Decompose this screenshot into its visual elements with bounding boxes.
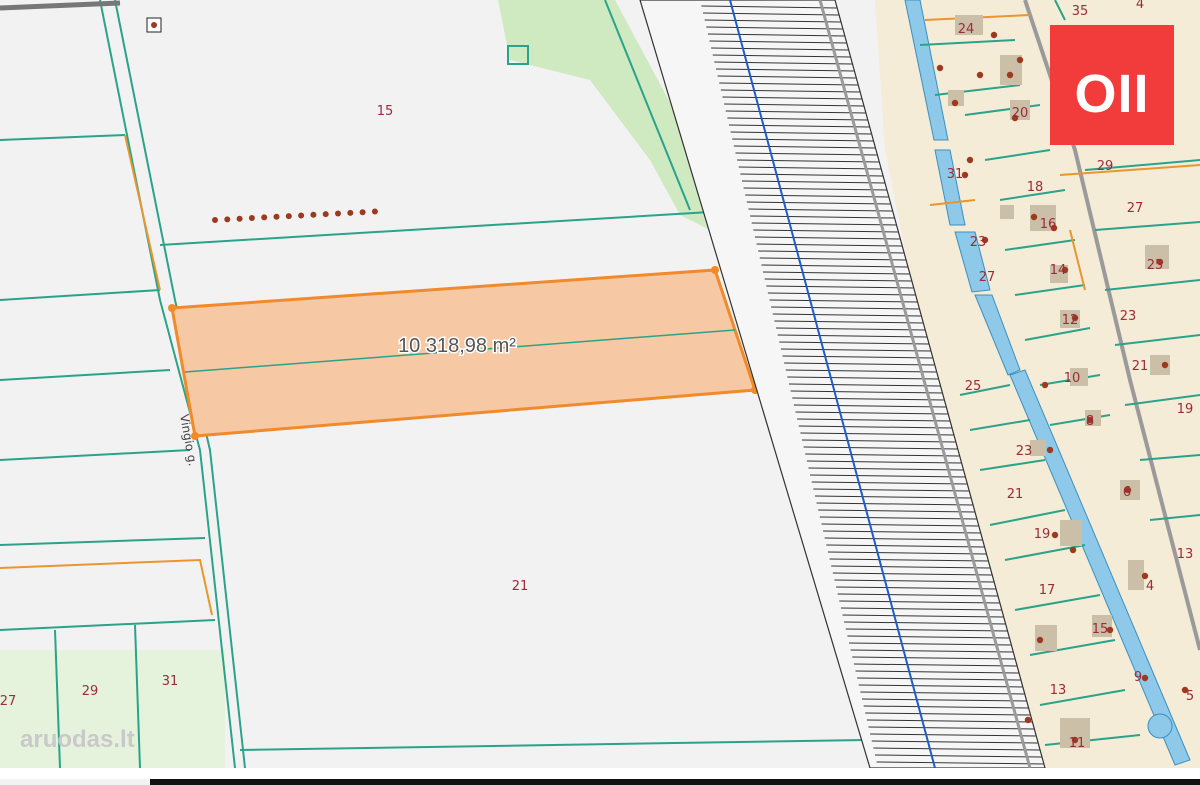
plot-number-bl-29: 29 (82, 684, 99, 699)
plot-number-r-24: 24 (958, 22, 975, 37)
tree-marker (285, 213, 292, 220)
location-marker-icon (146, 17, 162, 33)
plot-number-r-11: 11 (1069, 736, 1086, 751)
plot-number-r-9: 9 (1134, 670, 1142, 685)
building-marker (966, 156, 974, 164)
tree-marker (310, 211, 317, 218)
building-marker (1036, 636, 1044, 644)
parcel-area-label: 10 318,98 m² (398, 335, 516, 357)
plot-number-r-23c: 23 (1016, 444, 1033, 459)
plot-number-r-27b: 27 (979, 270, 996, 285)
building-marker (1030, 213, 1038, 221)
tree-marker (347, 209, 354, 216)
tree-marker (224, 216, 231, 223)
building-marker (1006, 71, 1014, 79)
plot-number-bl-31: 31 (162, 674, 179, 689)
agency-logo: OII (1050, 25, 1174, 145)
building-marker (990, 31, 998, 39)
building-marker (1046, 446, 1054, 454)
bottom-border (150, 779, 1200, 785)
building-marker (1051, 531, 1059, 539)
plot-number-r-13b: 13 (1050, 683, 1067, 698)
plot-number-left-15: 15 (377, 104, 394, 119)
plot-number-r-25b: 25 (965, 379, 982, 394)
plot-number-r-23a: 23 (970, 235, 987, 250)
building-marker (1161, 361, 1169, 369)
building-marker (951, 99, 959, 107)
plot-number-r-13a: 13 (1177, 547, 1194, 562)
plot-number-r-19b: 19 (1034, 527, 1051, 542)
plot-number-r-29: 29 (1097, 159, 1114, 174)
plot-number-r-10: 10 (1064, 371, 1081, 386)
plot-number-r-23b: 23 (1120, 309, 1137, 324)
plot-number-r-19a: 19 (1177, 402, 1194, 417)
plot-number-r-8: 8 (1086, 414, 1094, 429)
building-marker (1024, 716, 1032, 724)
building-marker (1069, 546, 1077, 554)
tree-marker (248, 215, 255, 222)
building-marker (1016, 56, 1024, 64)
tree-marker (335, 210, 341, 217)
plot-number-r-25a: 25 (1147, 258, 1164, 273)
plot-number-r-14: 14 (1050, 263, 1067, 278)
plot-number-r-4: 4 (1136, 0, 1144, 12)
building-marker (1141, 674, 1149, 682)
tree-marker (298, 212, 305, 219)
building-marker (1041, 381, 1049, 389)
plot-number-r-15: 15 (1092, 622, 1109, 637)
watermark-text: aruodas.lt (20, 726, 135, 753)
plot-number-r-21b: 21 (1007, 487, 1024, 502)
plot-number-r-5: 5 (1186, 689, 1194, 704)
cadastral-map[interactable]: 10 318,98 m² 152127293135 42420312918162… (0, 0, 1200, 785)
plot-number-r-12: 12 (1062, 313, 1079, 328)
tree-marker (236, 215, 243, 222)
tree-marker (359, 209, 366, 216)
plot-number-r-21a: 21 (1132, 359, 1149, 374)
plot-number-r-17: 17 (1039, 583, 1056, 598)
plot-number-left-21: 21 (512, 579, 529, 594)
plot-number-r-27a: 27 (1127, 201, 1144, 216)
plot-number-r-16: 16 (1040, 217, 1057, 232)
tree-marker (261, 214, 268, 221)
plot-number-r-35: 35 (1072, 4, 1089, 19)
bottom-margin (0, 768, 1200, 779)
logo-text: OII (1074, 64, 1149, 124)
plot-number-r-4b: 4 (1146, 579, 1154, 594)
plot-number-bl-27: 27 (0, 694, 16, 709)
plot-number-r-20: 20 (1012, 106, 1029, 121)
plot-number-r-31: 31 (947, 167, 964, 182)
plot-number-r-6: 6 (1123, 485, 1131, 500)
plot-number-r-18: 18 (1027, 180, 1044, 195)
building-marker (936, 64, 944, 72)
tree-marker (322, 211, 329, 218)
tree-marker (212, 217, 218, 223)
tree-marker (273, 213, 280, 220)
tree-marker (371, 208, 378, 215)
building-marker (976, 71, 984, 79)
